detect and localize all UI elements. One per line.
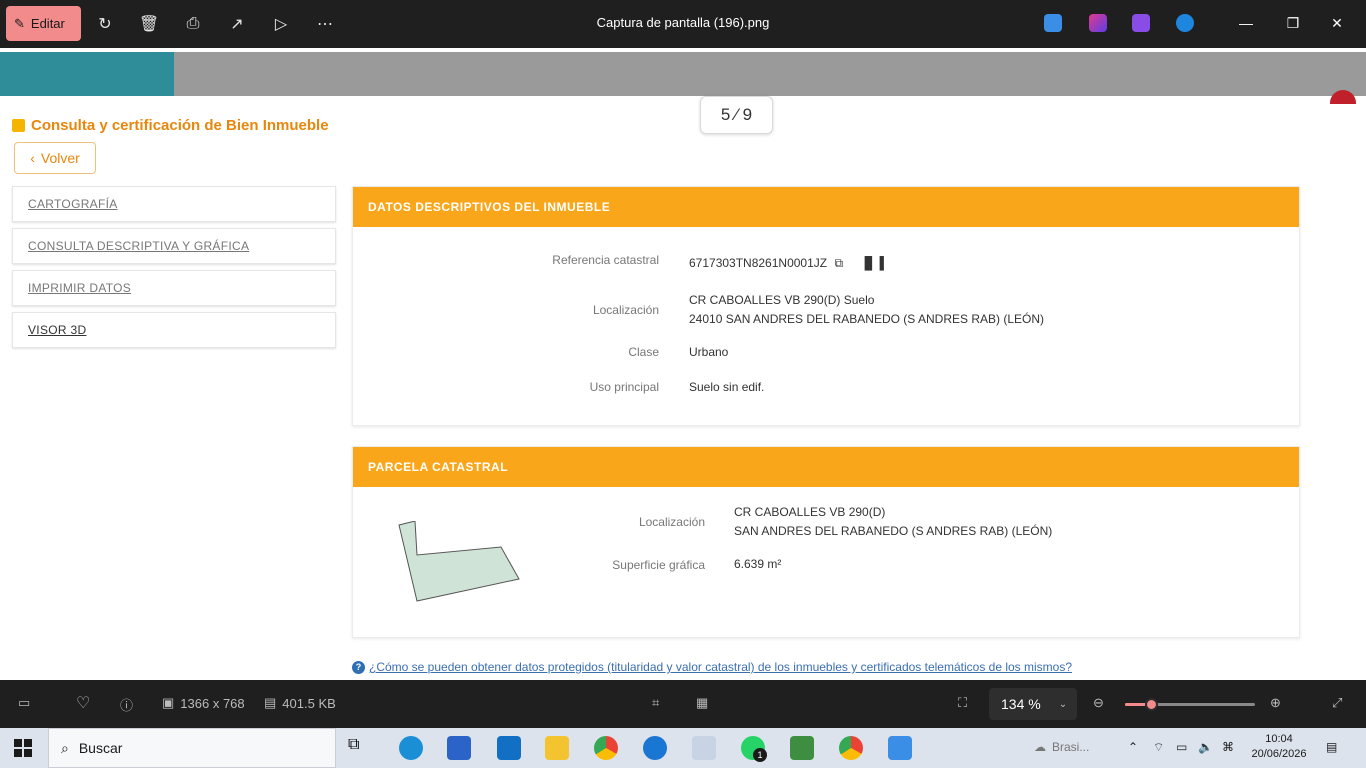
fit-screen-icon[interactable]: ⛶: [958, 695, 967, 711]
use-value: Suelo sin edif.: [689, 380, 765, 394]
zoom-select[interactable]: 134 % ⌄: [989, 688, 1077, 720]
clock-date: 20/06/2026: [1251, 748, 1307, 760]
chrome-profile-icon[interactable]: [839, 736, 863, 760]
excel-icon[interactable]: [790, 736, 814, 760]
fullscreen-icon[interactable]: ⤢: [1332, 695, 1342, 711]
zoom-in-icon[interactable]: ⊕: [1270, 695, 1281, 711]
crop-icon[interactable]: ⌗: [652, 695, 659, 711]
maximize-icon[interactable]: ❐: [1283, 13, 1303, 33]
site-header-band: [0, 52, 1366, 96]
zoom-out-icon[interactable]: ⊖: [1093, 695, 1104, 711]
ref-label: Referencia catastral: [552, 253, 659, 267]
copy-icon[interactable]: ⧉: [834, 256, 843, 270]
page-title: Consulta y certificación de Bien Inmuebl…: [12, 117, 329, 134]
sidebar-item-cartografia[interactable]: CARTOGRAFÍA: [12, 186, 336, 222]
filmstrip-icon[interactable]: ▭: [18, 695, 30, 711]
class-value: Urbano: [689, 345, 729, 359]
info-icon[interactable]: ⓘ: [120, 695, 133, 714]
descriptive-panel-header: DATOS DESCRIPTIVOS DEL INMUEBLE: [353, 187, 1299, 227]
windows-start-icon[interactable]: [14, 739, 32, 757]
class-label: Clase: [628, 345, 659, 359]
surface-label: Superficie gráfica: [612, 558, 705, 572]
surface-value: 6.639 m²: [734, 557, 782, 571]
zoom-slider[interactable]: [1125, 698, 1255, 711]
document-icon: [12, 119, 25, 132]
weather-widget[interactable]: ☁ Brasi...: [1034, 740, 1089, 754]
image-canvas: Consulta y certificación de Bien Inmuebl…: [0, 48, 1366, 680]
language-icon[interactable]: ⌘: [1222, 740, 1234, 754]
help-text: ¿Cómo se pueden obtener datos protegidos…: [369, 660, 1073, 674]
taskbar-clock[interactable]: 10:04 20/06/2026: [1250, 732, 1308, 762]
sidebar-item-visor-3d[interactable]: VISOR 3D: [12, 312, 336, 348]
help-link[interactable]: ? ¿Cómo se pueden obtener datos protegid…: [352, 660, 1072, 674]
file-title: Captura de pantalla (196).png: [596, 15, 770, 30]
search-icon: ⌕: [61, 739, 69, 756]
chevron-left-icon: ‹: [30, 150, 35, 166]
task-view-icon[interactable]: ⧉: [348, 736, 372, 760]
browser-icon[interactable]: [643, 736, 667, 760]
parcel-panel-header: PARCELA CATASTRAL: [353, 447, 1299, 487]
clipchamp-icon[interactable]: [1132, 14, 1150, 32]
back-button[interactable]: ‹ Volver: [14, 142, 96, 174]
chevron-down-icon: ⌄: [1058, 698, 1068, 710]
file-explorer-icon[interactable]: [545, 736, 569, 760]
disk-icon: ▤: [264, 695, 277, 710]
battery-icon[interactable]: ▭: [1176, 740, 1187, 754]
sidebar-item-imprimir[interactable]: IMPRIMIR DATOS: [12, 270, 336, 306]
photo-editor-icon[interactable]: [1044, 14, 1062, 32]
favorite-icon[interactable]: ♡: [76, 693, 90, 713]
page-title-text: Consulta y certificación de Bien Inmuebl…: [31, 117, 329, 134]
weather-text: Brasi...: [1052, 740, 1090, 754]
photos-icon[interactable]: [888, 736, 912, 760]
site-logo-block: [0, 52, 174, 96]
whatsapp-badge: 1: [753, 748, 767, 762]
store-icon[interactable]: [447, 736, 471, 760]
dimensions-text: 1366 x 768: [180, 695, 245, 711]
windows-taskbar: ⌕ Buscar ⧉ 1 ☁ Brasi... ⌃ ⌔ ▭ 🔈 ⌘ 10:04 …: [0, 728, 1366, 768]
whatsapp-icon[interactable]: 1: [741, 736, 767, 762]
chevron-up-icon[interactable]: ⌃: [1128, 740, 1138, 754]
parcel-loc-line2: SAN ANDRES DEL RABANEDO (S ANDRES RAB) (…: [734, 524, 1053, 538]
image-icon: ▣: [162, 695, 175, 710]
search-placeholder: Buscar: [78, 740, 123, 756]
viewer-statusbar: ▭ ♡ ⓘ ▣ 1366 x 768 ▤ 401.5 KB ⌗ ▦ ⛶ 134 …: [0, 680, 1366, 728]
page-counter: 5 ⁄ 9: [700, 96, 773, 134]
parcel-loc-line1: CR CABOALLES VB 290(D): [734, 505, 886, 519]
notifications-icon[interactable]: ▤: [1326, 740, 1337, 754]
edge-icon[interactable]: [399, 736, 423, 760]
parcel-panel: PARCELA CATASTRAL Localización CR CABOAL…: [352, 446, 1300, 638]
barcode-icon[interactable]: ▐▌▐: [860, 256, 883, 270]
use-label: Uso principal: [589, 380, 659, 394]
loc-line2: 24010 SAN ANDRES DEL RABANEDO (S ANDRES …: [689, 312, 1044, 326]
viewer-toolbar: ✎ Editar ↻ 🗑 ⎙ ↗ ▷ ⋯ Captura de pantalla…: [0, 0, 1366, 48]
minimize-icon[interactable]: —: [1236, 13, 1256, 33]
scanner-icon[interactable]: [692, 736, 716, 760]
sidebar-item-consulta[interactable]: CONSULTA DESCRIPTIVA Y GRÁFICA: [12, 228, 336, 264]
loc-label: Localización: [592, 303, 659, 317]
parcel-loc-label: Localización: [638, 515, 705, 529]
descriptive-data-panel: DATOS DESCRIPTIVOS DEL INMUEBLE Referenc…: [352, 186, 1300, 426]
zoom-value: 134 %: [1001, 696, 1041, 712]
filesize-text: 401.5 KB: [282, 695, 336, 711]
taskbar-search[interactable]: ⌕ Buscar: [48, 728, 336, 768]
ocr-icon[interactable]: ▦: [696, 695, 708, 711]
filesize-item: ▤ 401.5 KB: [264, 695, 336, 711]
weather-icon: ☁: [1034, 740, 1046, 754]
ref-value: 6717303TN8261N0001JZ: [689, 256, 828, 270]
wifi-icon[interactable]: ⌔: [1153, 740, 1164, 755]
back-label: Volver: [40, 150, 80, 166]
close-icon[interactable]: ✕: [1327, 13, 1347, 33]
outlook-icon[interactable]: [497, 736, 521, 760]
zoom-slider-thumb[interactable]: [1145, 698, 1158, 711]
chrome-icon[interactable]: [594, 736, 618, 760]
dimensions-item: ▣ 1366 x 768: [162, 695, 245, 711]
volume-icon[interactable]: 🔈: [1198, 740, 1213, 754]
parcel-shape[interactable]: [395, 521, 525, 605]
ref-row: 6717303TN8261N0001JZ ⧉ ▐▌▐: [689, 254, 884, 273]
onedrive-icon[interactable]: [1176, 14, 1194, 32]
designer-icon[interactable]: [1089, 14, 1107, 32]
help-icon: ?: [352, 660, 365, 674]
loc-line1: CR CABOALLES VB 290(D) Suelo: [689, 293, 875, 307]
clock-time: 10:04: [1265, 733, 1293, 745]
